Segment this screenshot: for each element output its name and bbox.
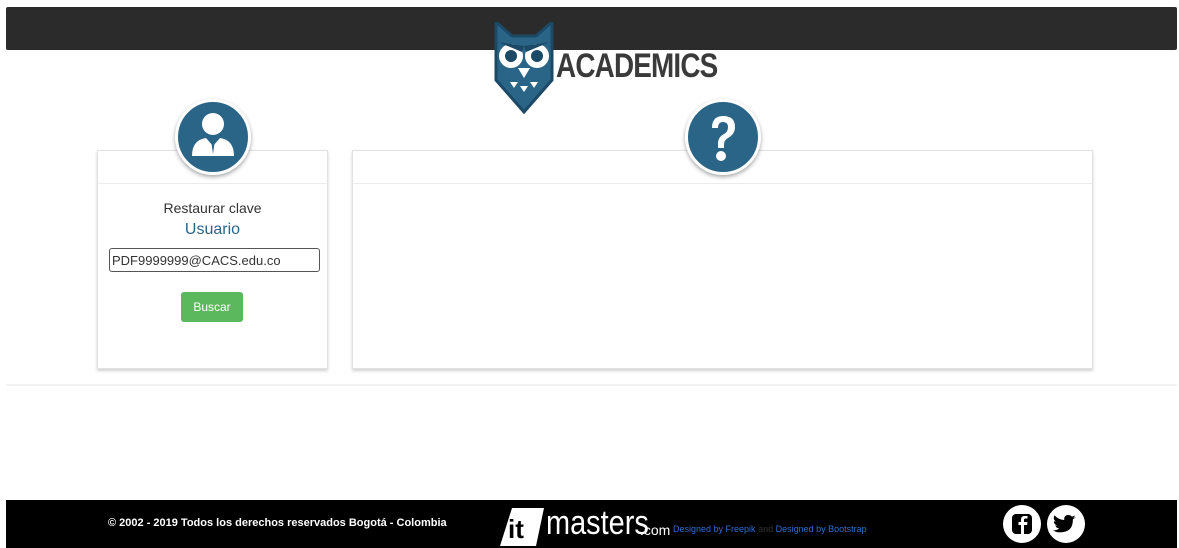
panel-title: Restaurar clave bbox=[163, 200, 262, 216]
itmasters-logo-com: .com bbox=[640, 522, 671, 538]
credits-and: and bbox=[758, 524, 774, 534]
copyright-text: © 2002 - 2019 Todos los derechos reserva… bbox=[108, 517, 447, 529]
design-credits: Designed by Freepik and Designed by Boot… bbox=[673, 524, 867, 534]
freepik-link[interactable]: Designed by Freepik bbox=[673, 524, 756, 534]
user-avatar-icon bbox=[175, 99, 251, 175]
svg-text:it: it bbox=[508, 514, 524, 544]
brand-name: ACADEMICS bbox=[556, 47, 718, 85]
facebook-icon[interactable] bbox=[1002, 504, 1042, 544]
restore-password-panel: Restaurar clave Usuario Buscar bbox=[97, 150, 328, 369]
question-icon bbox=[685, 99, 761, 175]
itmasters-logo-icon: it bbox=[500, 508, 544, 546]
bootstrap-link[interactable]: Designed by Bootstrap bbox=[776, 524, 867, 534]
itmasters-logo-text: masters bbox=[546, 504, 649, 542]
info-panel bbox=[352, 150, 1093, 369]
content-divider bbox=[6, 384, 1177, 386]
user-label: Usuario bbox=[184, 221, 241, 238]
user-input[interactable] bbox=[109, 248, 320, 272]
search-button[interactable]: Buscar bbox=[181, 292, 243, 322]
twitter-icon[interactable] bbox=[1046, 504, 1086, 544]
footer: © 2002 - 2019 Todos los derechos reserva… bbox=[6, 500, 1177, 548]
